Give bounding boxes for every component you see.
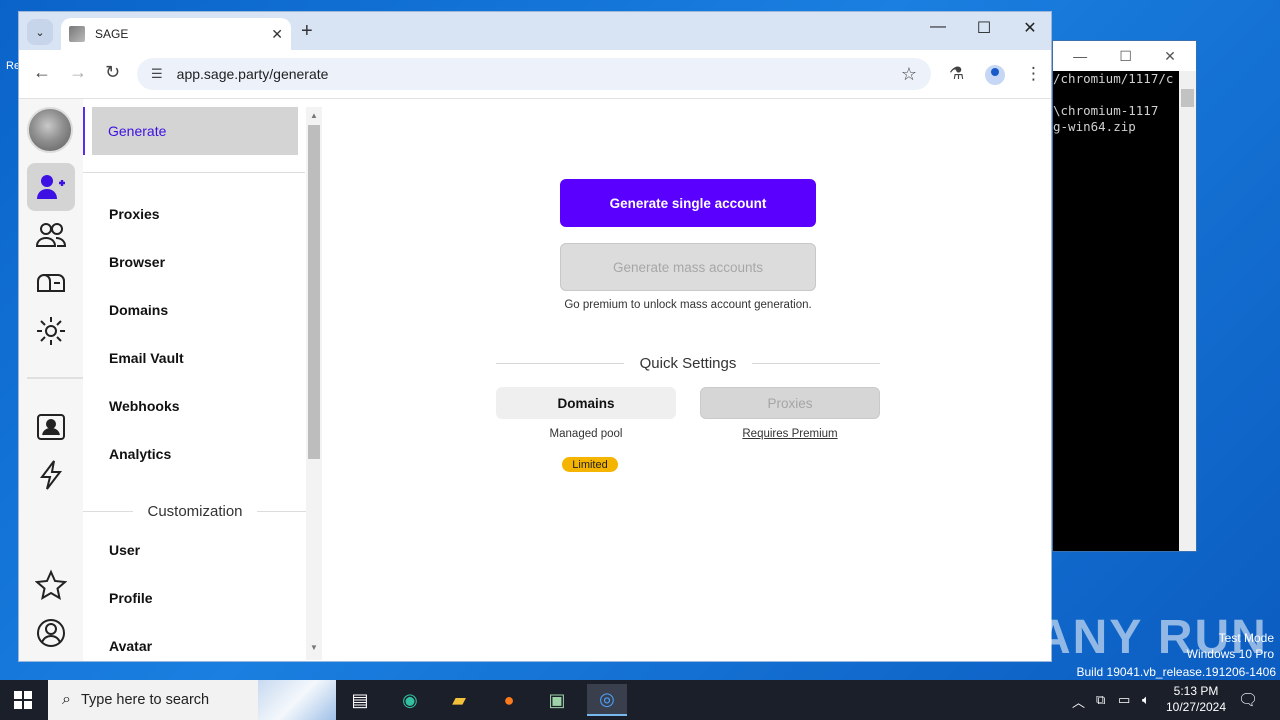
browser-window: ⌄ SAGE ✕ + — ☐ ✕ ← → ↻ ☰ app.sage.party/… [18,11,1052,662]
profile-icon[interactable] [985,65,1005,85]
tray-device-icon[interactable]: ⧉ [1096,692,1105,708]
close-icon[interactable]: ✕ [1164,48,1176,65]
scroll-down-icon[interactable]: ▼ [310,643,318,652]
limited-badge: Limited [562,457,618,472]
search-placeholder[interactable]: Type here to search [81,692,258,708]
address-bar[interactable]: ☰ app.sage.party/generate ☆ [137,58,931,90]
chrome-icon[interactable]: ◎ [587,684,627,716]
taskbar: ⌕ Type here to search ▤ ◉ ▰ ● ▣ ◎ ︿ ⧉ ▭ … [0,680,1280,720]
sidebar-item-webhooks[interactable]: Webhooks [109,398,180,414]
sidebar-item-browser[interactable]: Browser [109,254,165,270]
domains-button[interactable]: Domains [496,387,676,419]
taskbar-clock[interactable]: 5:13 PM 10/27/2024 [1160,683,1232,715]
add-user-icon[interactable] [27,163,75,211]
main-content: Generate single account Generate mass ac… [323,99,1051,661]
sidebar-item-analytics[interactable]: Analytics [109,446,171,462]
domains-subtext: Managed pool [549,428,623,440]
console-output: /chromium/1117/c \chromium-1117 g-win64.… [1053,71,1174,134]
sidebar-item-email-vault[interactable]: Email Vault [109,350,184,366]
sidebar-item-label: Generate [108,123,167,139]
url-text[interactable]: app.sage.party/generate [177,66,901,82]
settings-gear-icon[interactable] [27,307,75,355]
console-titlebar[interactable]: — ☐ ✕ [1053,41,1196,71]
edge-icon[interactable]: ◉ [390,684,430,716]
icon-rail [19,99,83,661]
network-icon[interactable]: ▭ [1118,692,1130,708]
file-explorer-icon[interactable]: ▰ [439,684,479,716]
sidebar-item-generate[interactable]: Generate [92,107,298,155]
contact-card-icon[interactable] [27,403,75,451]
taskbar-search[interactable]: ⌕ Type here to search [48,680,336,720]
window-close-button[interactable]: ✕ [1007,18,1051,38]
quick-settings-header: Quick Settings [496,353,880,373]
app-page: Generate Proxies Browser Domains Email V… [19,98,1051,661]
browser-toolbar: ← → ↻ ☰ app.sage.party/generate ☆ ⚗ ⋮ [19,50,1051,98]
menu-divider [83,172,305,173]
bookmark-star-icon[interactable]: ☆ [901,64,917,85]
sidebar-scrollbar[interactable]: ▲ ▼ [306,107,322,660]
lightning-icon[interactable] [27,451,75,499]
maximize-icon[interactable]: ☐ [1119,48,1132,65]
reload-icon[interactable]: ↻ [105,62,120,83]
window-minimize-button[interactable]: — [915,18,961,36]
generate-mass-accounts-button[interactable]: Generate mass accounts [560,243,816,291]
clock-time: 5:13 PM [1173,684,1219,698]
labs-flask-icon[interactable]: ⚗ [949,64,964,84]
minimize-icon[interactable]: — [1073,48,1087,64]
tab-title: SAGE [95,27,129,41]
sidebar-menu: Generate Proxies Browser Domains Email V… [83,99,323,661]
forward-icon[interactable]: → [69,62,87,83]
sidebar-item-user[interactable]: User [109,542,140,558]
scroll-up-icon[interactable]: ▲ [310,111,318,120]
new-tab-button[interactable]: + [301,20,313,43]
sidebar-item-proxies[interactable]: Proxies [109,206,160,222]
premium-note: Go premium to unlock mass account genera… [564,299,812,311]
sidebar-item-avatar[interactable]: Avatar [109,638,152,654]
volume-icon[interactable]: 🔈︎ [1142,692,1150,708]
mailbox-icon[interactable] [27,259,75,307]
quick-settings-title: Quick Settings [639,354,737,372]
windows-start-icon[interactable] [14,691,32,709]
favicon-icon [69,26,85,42]
tab-search-button[interactable]: ⌄ [27,19,53,45]
kebab-menu-icon[interactable]: ⋮ [1025,64,1042,84]
active-indicator [83,107,85,155]
requires-premium-link[interactable]: Requires Premium [700,428,880,440]
console-scrollbar[interactable] [1179,71,1196,551]
site-info-icon[interactable]: ☰ [151,66,163,82]
search-icon: ⌕ [62,691,71,708]
windows-edition-text: Windows 10 Pro [1186,647,1274,661]
test-mode-text: Test Mode [1218,631,1274,645]
rail-divider [27,377,83,379]
scrollbar-thumb[interactable] [308,125,320,459]
tab-strip: ⌄ SAGE ✕ + — ☐ ✕ [19,12,1051,50]
sidebar-item-profile[interactable]: Profile [109,590,153,606]
user-avatar[interactable] [27,107,73,153]
task-view-icon[interactable]: ▤ [340,684,380,716]
back-icon[interactable]: ← [33,62,51,83]
tray-chevron-icon[interactable]: ︿ [1072,692,1085,711]
tab-sage[interactable]: SAGE ✕ [61,18,291,50]
clock-date: 10/27/2024 [1165,700,1227,714]
star-icon[interactable] [27,561,75,609]
console-window[interactable]: — ☐ ✕ /chromium/1117/c \chromium-1117 g-… [1052,40,1197,552]
generate-single-account-button[interactable]: Generate single account [560,179,816,227]
window-maximize-button[interactable]: ☐ [961,18,1007,38]
terminal-app-icon[interactable]: ▣ [537,684,577,716]
users-group-icon[interactable] [27,211,75,259]
search-highlight-image [258,680,336,720]
build-text: Build 19041.vb_release.191206-1406 [1076,665,1277,679]
proxies-button[interactable]: Proxies [700,387,880,419]
firefox-icon[interactable]: ● [489,684,529,716]
sidebar-item-domains[interactable]: Domains [109,302,168,318]
notification-icon[interactable]: 🗨︎ [1238,690,1258,710]
account-circle-icon[interactable] [27,609,75,657]
customization-header: Customization [83,501,308,521]
section-title: Customization [147,502,243,520]
tab-close-icon[interactable]: ✕ [271,26,283,43]
